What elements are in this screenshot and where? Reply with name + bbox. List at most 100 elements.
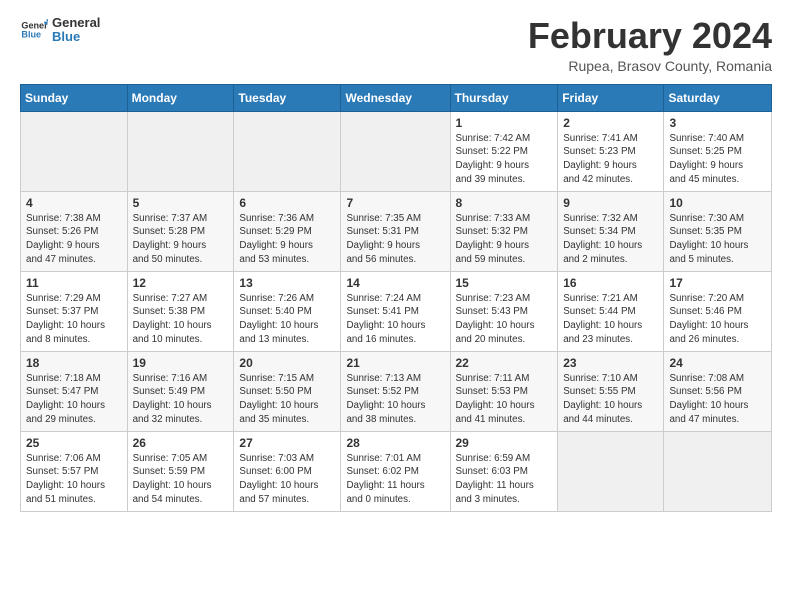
calendar-week-row: 25Sunrise: 7:06 AM Sunset: 5:57 PM Dayli…	[21, 431, 772, 511]
day-number: 4	[26, 196, 122, 210]
calendar-cell: 4 Sunrise: 7:38 AM Sunset: 5:26 PM Daylig…	[21, 191, 128, 271]
calendar-cell: 11 Sunrise: 7:29 AM Sunset: 5:37 PM Dayli…	[21, 271, 128, 351]
day-info: Sunrise: 7:30 AM Sunset: 5:35 PM Dayligh…	[669, 212, 766, 267]
calendar-day-header: Friday	[558, 84, 664, 111]
day-info: Sunrise: 7:32 AM Sunset: 5:34 PM Dayligh…	[563, 212, 658, 267]
calendar-cell: 1 Sunrise: 7:42 AM Sunset: 5:22 PM Daylig…	[450, 111, 558, 191]
day-number: 14	[346, 276, 444, 290]
day-info: Sunrise: 7:01 AM Sunset: 6:02 PM Dayligh…	[346, 452, 444, 507]
day-number: 22	[456, 356, 553, 370]
day-number: 2	[563, 116, 658, 130]
calendar-cell	[127, 111, 234, 191]
calendar-cell: 28 Sunrise: 7:01 AM Sunset: 6:02 PM Dayli…	[341, 431, 450, 511]
logo: General Blue General Blue	[20, 16, 100, 45]
day-info: Sunrise: 7:29 AM Sunset: 5:37 PM Dayligh…	[26, 292, 122, 347]
day-info: Sunrise: 7:05 AM Sunset: 5:59 PM Dayligh…	[133, 452, 229, 507]
day-number: 26	[133, 436, 229, 450]
day-number: 24	[669, 356, 766, 370]
day-info: Sunrise: 7:08 AM Sunset: 5:56 PM Dayligh…	[669, 372, 766, 427]
day-number: 23	[563, 356, 658, 370]
calendar-cell: 3 Sunrise: 7:40 AM Sunset: 5:25 PM Daylig…	[664, 111, 772, 191]
logo-general-text: General	[52, 16, 100, 30]
svg-text:Blue: Blue	[21, 30, 41, 40]
calendar-day-header: Wednesday	[341, 84, 450, 111]
calendar-week-row: 1 Sunrise: 7:42 AM Sunset: 5:22 PM Daylig…	[21, 111, 772, 191]
day-info: Sunrise: 7:40 AM Sunset: 5:25 PM Dayligh…	[669, 132, 766, 187]
calendar-cell: 26 Sunrise: 7:05 AM Sunset: 5:59 PM Dayli…	[127, 431, 234, 511]
day-number: 29	[456, 436, 553, 450]
day-info: Sunrise: 7:26 AM Sunset: 5:40 PM Dayligh…	[239, 292, 335, 347]
day-number: 13	[239, 276, 335, 290]
calendar-cell: 27 Sunrise: 7:03 AM Sunset: 6:00 PM Dayli…	[234, 431, 341, 511]
calendar-cell: 29 Sunrise: 6:59 AM Sunset: 6:03 PM Dayli…	[450, 431, 558, 511]
calendar-cell: 20 Sunrise: 7:15 AM Sunset: 5:50 PM Dayli…	[234, 351, 341, 431]
calendar-cell	[558, 431, 664, 511]
calendar-title: February 2024	[528, 16, 772, 56]
logo-blue-text: Blue	[52, 30, 100, 44]
page-header: General Blue General Blue February 2024 …	[20, 16, 772, 74]
calendar-day-header: Sunday	[21, 84, 128, 111]
calendar-cell	[234, 111, 341, 191]
day-number: 21	[346, 356, 444, 370]
day-number: 19	[133, 356, 229, 370]
day-info: Sunrise: 7:23 AM Sunset: 5:43 PM Dayligh…	[456, 292, 553, 347]
day-number: 9	[563, 196, 658, 210]
calendar-cell: 19 Sunrise: 7:16 AM Sunset: 5:49 PM Dayli…	[127, 351, 234, 431]
day-info: Sunrise: 7:16 AM Sunset: 5:49 PM Dayligh…	[133, 372, 229, 427]
day-info: Sunrise: 7:10 AM Sunset: 5:55 PM Dayligh…	[563, 372, 658, 427]
calendar-subtitle: Rupea, Brasov County, Romania	[528, 58, 772, 74]
day-info: Sunrise: 7:11 AM Sunset: 5:53 PM Dayligh…	[456, 372, 553, 427]
calendar-day-header: Tuesday	[234, 84, 341, 111]
calendar-cell: 10 Sunrise: 7:30 AM Sunset: 5:35 PM Dayli…	[664, 191, 772, 271]
day-number: 3	[669, 116, 766, 130]
day-number: 11	[26, 276, 122, 290]
day-info: Sunrise: 7:18 AM Sunset: 5:47 PM Dayligh…	[26, 372, 122, 427]
day-number: 8	[456, 196, 553, 210]
calendar-cell: 17 Sunrise: 7:20 AM Sunset: 5:46 PM Dayli…	[664, 271, 772, 351]
title-block: February 2024 Rupea, Brasov County, Roma…	[528, 16, 772, 74]
calendar-cell: 21 Sunrise: 7:13 AM Sunset: 5:52 PM Dayli…	[341, 351, 450, 431]
calendar-day-header: Saturday	[664, 84, 772, 111]
day-info: Sunrise: 7:20 AM Sunset: 5:46 PM Dayligh…	[669, 292, 766, 347]
day-number: 7	[346, 196, 444, 210]
day-info: Sunrise: 7:37 AM Sunset: 5:28 PM Dayligh…	[133, 212, 229, 267]
day-number: 28	[346, 436, 444, 450]
calendar-cell	[664, 431, 772, 511]
calendar-cell: 5 Sunrise: 7:37 AM Sunset: 5:28 PM Daylig…	[127, 191, 234, 271]
calendar-week-row: 11 Sunrise: 7:29 AM Sunset: 5:37 PM Dayli…	[21, 271, 772, 351]
calendar-header-row: SundayMondayTuesdayWednesdayThursdayFrid…	[21, 84, 772, 111]
day-info: Sunrise: 6:59 AM Sunset: 6:03 PM Dayligh…	[456, 452, 553, 507]
calendar-cell: 2Sunrise: 7:41 AM Sunset: 5:23 PM Daylig…	[558, 111, 664, 191]
day-info: Sunrise: 7:15 AM Sunset: 5:50 PM Dayligh…	[239, 372, 335, 427]
day-info: Sunrise: 7:36 AM Sunset: 5:29 PM Dayligh…	[239, 212, 335, 267]
day-number: 5	[133, 196, 229, 210]
day-number: 16	[563, 276, 658, 290]
day-number: 17	[669, 276, 766, 290]
calendar-cell: 8Sunrise: 7:33 AM Sunset: 5:32 PM Daylig…	[450, 191, 558, 271]
day-number: 10	[669, 196, 766, 210]
calendar-cell: 25Sunrise: 7:06 AM Sunset: 5:57 PM Dayli…	[21, 431, 128, 511]
day-info: Sunrise: 7:38 AM Sunset: 5:26 PM Dayligh…	[26, 212, 122, 267]
calendar-week-row: 4 Sunrise: 7:38 AM Sunset: 5:26 PM Daylig…	[21, 191, 772, 271]
day-info: Sunrise: 7:03 AM Sunset: 6:00 PM Dayligh…	[239, 452, 335, 507]
day-number: 1	[456, 116, 553, 130]
calendar-cell: 18 Sunrise: 7:18 AM Sunset: 5:47 PM Dayli…	[21, 351, 128, 431]
day-info: Sunrise: 7:21 AM Sunset: 5:44 PM Dayligh…	[563, 292, 658, 347]
calendar-cell: 6Sunrise: 7:36 AM Sunset: 5:29 PM Daylig…	[234, 191, 341, 271]
day-info: Sunrise: 7:27 AM Sunset: 5:38 PM Dayligh…	[133, 292, 229, 347]
calendar-table: SundayMondayTuesdayWednesdayThursdayFrid…	[20, 84, 772, 512]
calendar-cell	[341, 111, 450, 191]
day-info: Sunrise: 7:42 AM Sunset: 5:22 PM Dayligh…	[456, 132, 553, 187]
calendar-cell: 15 Sunrise: 7:23 AM Sunset: 5:43 PM Dayli…	[450, 271, 558, 351]
calendar-cell: 14 Sunrise: 7:24 AM Sunset: 5:41 PM Dayli…	[341, 271, 450, 351]
calendar-cell: 23 Sunrise: 7:10 AM Sunset: 5:55 PM Dayli…	[558, 351, 664, 431]
day-number: 20	[239, 356, 335, 370]
day-number: 18	[26, 356, 122, 370]
day-number: 27	[239, 436, 335, 450]
day-info: Sunrise: 7:13 AM Sunset: 5:52 PM Dayligh…	[346, 372, 444, 427]
logo-icon: General Blue	[20, 16, 48, 44]
calendar-cell: 7Sunrise: 7:35 AM Sunset: 5:31 PM Daylig…	[341, 191, 450, 271]
day-number: 15	[456, 276, 553, 290]
day-info: Sunrise: 7:24 AM Sunset: 5:41 PM Dayligh…	[346, 292, 444, 347]
calendar-cell	[21, 111, 128, 191]
